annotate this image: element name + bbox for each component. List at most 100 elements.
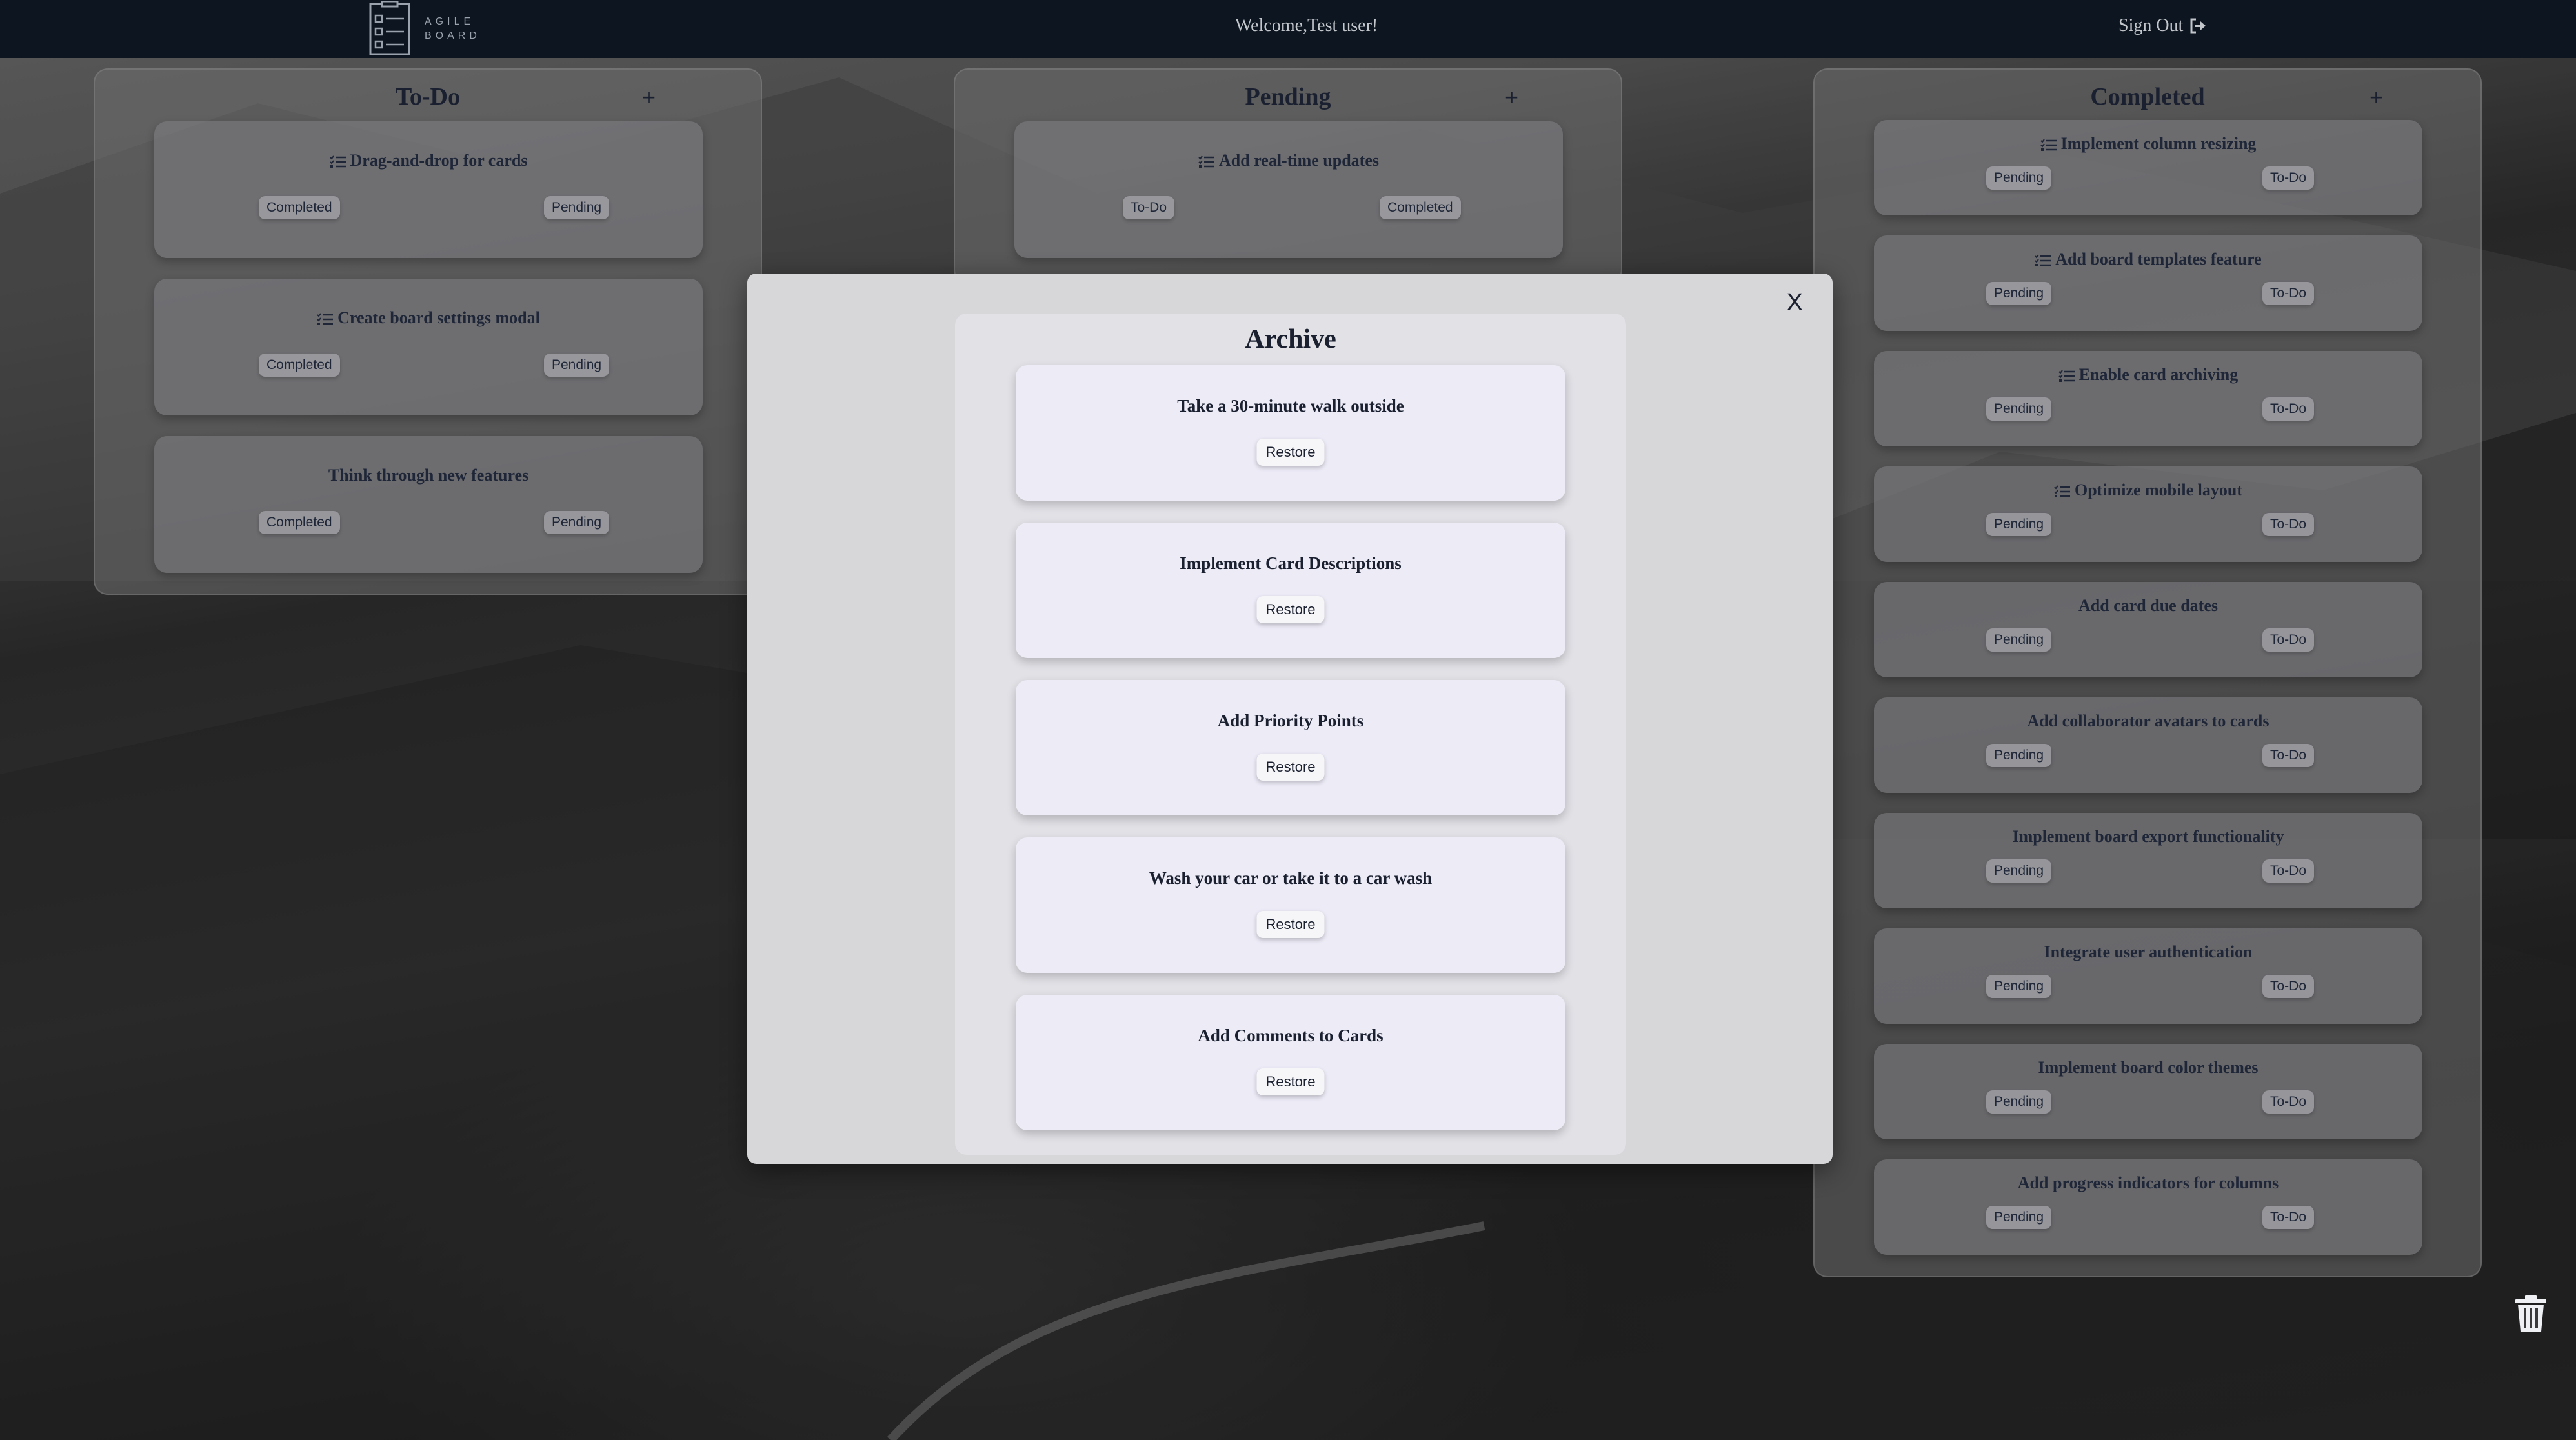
- card-title: Optimize mobile layout: [1874, 481, 2422, 500]
- list-icon: [2040, 139, 2057, 152]
- column-to-do: To-Do + Drag-and-drop for cards Completed…: [94, 68, 762, 595]
- move-card-button[interactable]: To-Do: [2262, 744, 2315, 767]
- list-icon: [2058, 370, 2075, 383]
- archived-card: Add Comments to Cards Restore: [1016, 995, 1565, 1130]
- card-title: Integrate user authentication: [1874, 943, 2422, 962]
- move-card-button[interactable]: Pending: [1986, 1090, 2052, 1114]
- board-card[interactable]: Create board settings modal Completed Pend…: [154, 279, 703, 415]
- move-card-button[interactable]: Pending: [544, 354, 610, 377]
- trash-icon[interactable]: [2514, 1294, 2548, 1333]
- sign-out-button[interactable]: Sign Out: [2118, 15, 2208, 36]
- board-card[interactable]: Think through new features Completed Pendi…: [154, 436, 703, 573]
- move-card-button[interactable]: To-Do: [2262, 166, 2315, 190]
- card-title-text: Implement board color themes: [2038, 1058, 2259, 1077]
- move-card-button[interactable]: To-Do: [2262, 513, 2315, 536]
- welcome-message: Welcome,Test user!: [1235, 15, 1378, 35]
- board-card[interactable]: Integrate user authentication Pending To-D…: [1874, 928, 2422, 1024]
- move-card-button[interactable]: Pending: [1986, 628, 2052, 652]
- move-card-button[interactable]: Pending: [1986, 859, 2052, 883]
- add-card-button[interactable]: +: [1505, 84, 1518, 111]
- card-title: Implement column resizing: [1874, 134, 2422, 154]
- card-title-text: Integrate user authentication: [2044, 943, 2253, 961]
- move-card-button[interactable]: To-Do: [2262, 1206, 2315, 1229]
- card-title: Drag-and-drop for cards: [154, 151, 703, 170]
- move-card-button[interactable]: To-Do: [2262, 282, 2315, 305]
- board-card[interactable]: Implement board export functionality Pend…: [1874, 813, 2422, 908]
- board-card[interactable]: Drag-and-drop for cards Completed Pending: [154, 121, 703, 258]
- card-title: Add real-time updates: [1014, 151, 1563, 170]
- archived-card: Wash your car or take it to a car wash Re…: [1016, 837, 1565, 973]
- list-icon: [2035, 254, 2051, 267]
- app-logo[interactable]: AGILE BOARD: [368, 0, 481, 58]
- board-card[interactable]: Add real-time updates To-Do Completed: [1014, 121, 1563, 258]
- card-title: Create board settings modal: [154, 308, 703, 328]
- archived-card: Add Priority Points Restore: [1016, 680, 1565, 815]
- card-title: Implement board color themes: [1874, 1058, 2422, 1077]
- card-title-text: Add progress indicators for columns: [2017, 1174, 2279, 1192]
- list-icon: [317, 313, 334, 326]
- add-card-button[interactable]: +: [2370, 84, 2383, 111]
- move-card-button[interactable]: Completed: [259, 196, 340, 219]
- board-card[interactable]: Optimize mobile layout Pending To-Do: [1874, 466, 2422, 562]
- column-pending: Pending + Add real-time updates To-Do Comp…: [954, 68, 1622, 284]
- card-title-text: Implement column resizing: [2060, 134, 2257, 153]
- card-title: Think through new features: [154, 466, 703, 485]
- move-card-button[interactable]: Completed: [259, 354, 340, 377]
- restore-button[interactable]: Restore: [1256, 754, 1325, 781]
- archived-card-title: Take a 30-minute walk outside: [1177, 396, 1404, 415]
- logo-line1: AGILE: [425, 16, 475, 27]
- move-card-button[interactable]: To-Do: [2262, 397, 2315, 421]
- restore-button[interactable]: Restore: [1256, 596, 1325, 623]
- move-card-button[interactable]: To-Do: [2262, 975, 2315, 998]
- move-card-button[interactable]: Completed: [1380, 196, 1461, 219]
- card-title-text: Think through new features: [328, 466, 529, 485]
- board-card[interactable]: Add collaborator avatars to cards Pending…: [1874, 697, 2422, 793]
- board-card[interactable]: Enable card archiving Pending To-Do: [1874, 351, 2422, 446]
- card-title: Add card due dates: [1874, 596, 2422, 615]
- restore-button[interactable]: Restore: [1256, 911, 1325, 938]
- card-title: Implement board export functionality: [1874, 827, 2422, 846]
- card-title: Add collaborator avatars to cards: [1874, 712, 2422, 731]
- move-card-button[interactable]: Pending: [544, 196, 610, 219]
- restore-button[interactable]: Restore: [1256, 439, 1325, 466]
- close-modal-button[interactable]: X: [1787, 289, 1803, 317]
- archived-card-title: Wash your car or take it to a car wash: [1149, 868, 1433, 888]
- move-card-button[interactable]: Pending: [1986, 397, 2052, 421]
- card-title-text: Implement board export functionality: [2012, 827, 2284, 846]
- logo-text: AGILE BOARD: [425, 15, 481, 43]
- move-card-button[interactable]: Pending: [1986, 513, 2052, 536]
- archive-modal: X Archive Take a 30-minute walk outside R…: [747, 274, 1833, 1164]
- move-card-button[interactable]: Completed: [259, 511, 340, 534]
- board-card[interactable]: Implement column resizing Pending To-Do: [1874, 120, 2422, 215]
- archive-panel: Archive Take a 30-minute walk outside Res…: [955, 314, 1626, 1155]
- archived-card: Take a 30-minute walk outside Restore: [1016, 365, 1565, 501]
- move-card-button[interactable]: Pending: [1986, 975, 2052, 998]
- list-icon: [1198, 155, 1215, 168]
- move-card-button[interactable]: To-Do: [2262, 1090, 2315, 1114]
- add-card-button[interactable]: +: [642, 84, 656, 111]
- board-logo-icon: [369, 1, 410, 55]
- move-card-button[interactable]: Pending: [1986, 166, 2052, 190]
- restore-button[interactable]: Restore: [1256, 1068, 1325, 1095]
- board-card[interactable]: Implement board color themes Pending To-Do: [1874, 1044, 2422, 1139]
- column-title: Pending: [1245, 83, 1331, 110]
- move-card-button[interactable]: To-Do: [2262, 628, 2315, 652]
- board-card[interactable]: Add board templates feature Pending To-Do: [1874, 235, 2422, 331]
- move-card-button[interactable]: Pending: [1986, 744, 2052, 767]
- board-card[interactable]: Add progress indicators for columns Pendi…: [1874, 1159, 2422, 1255]
- board-card[interactable]: Add card due dates Pending To-Do: [1874, 582, 2422, 677]
- sign-out-icon: [2190, 18, 2206, 34]
- move-card-button[interactable]: Pending: [1986, 282, 2052, 305]
- move-card-button[interactable]: Pending: [1986, 1206, 2052, 1229]
- move-card-button[interactable]: To-Do: [1123, 196, 1175, 219]
- top-navbar: AGILE BOARD Welcome,Test user! Sign Out: [0, 0, 2576, 58]
- move-card-button[interactable]: To-Do: [2262, 859, 2315, 883]
- archived-card-title: Implement Card Descriptions: [1180, 554, 1402, 573]
- card-title-text: Add board templates feature: [2055, 250, 2262, 268]
- card-title: Enable card archiving: [1874, 365, 2422, 385]
- card-title-text: Add real-time updates: [1219, 151, 1379, 170]
- card-title-text: Add collaborator avatars to cards: [2027, 712, 2269, 730]
- move-card-button[interactable]: Pending: [544, 511, 610, 534]
- card-title-text: Optimize mobile layout: [2075, 481, 2242, 499]
- archived-card: Implement Card Descriptions Restore: [1016, 523, 1565, 658]
